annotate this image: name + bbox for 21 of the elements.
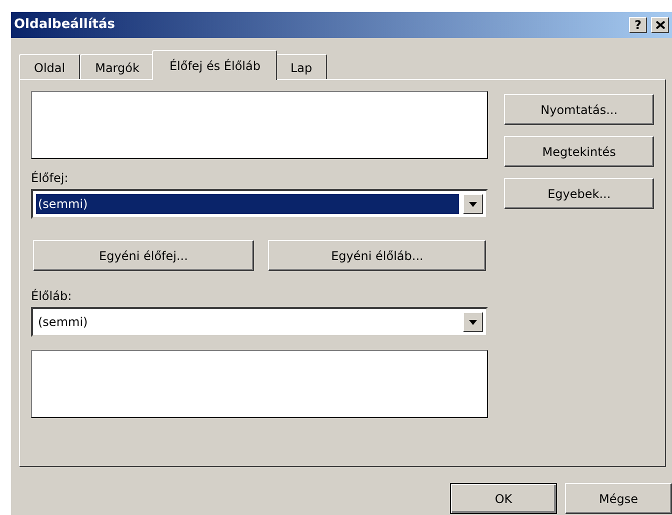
cancel-button[interactable]: Mégse — [565, 483, 672, 514]
tab[interactable]: Élőfej és Élőláb — [152, 50, 278, 80]
custom-footer-button[interactable]: Egyéni élőláb... — [268, 240, 486, 271]
tab[interactable]: Lap — [275, 54, 328, 80]
header-label: Élőfej: — [31, 170, 70, 187]
close-button[interactable] — [651, 17, 669, 33]
close-icon — [656, 21, 664, 29]
ok-button[interactable]: OK — [450, 483, 557, 514]
dropdown-arrow-icon — [469, 202, 478, 206]
footer-label: Élőláb: — [31, 288, 73, 305]
footer-dropdown[interactable]: (semmi) — [31, 307, 488, 337]
tab[interactable]: Oldal — [19, 54, 80, 80]
dialog-button[interactable]: Nyomtatás... — [504, 94, 654, 125]
dropdown-arrow-icon — [469, 320, 478, 324]
dialog-button[interactable]: Megtekintés — [504, 136, 654, 167]
help-button[interactable]: ? — [629, 17, 647, 33]
header-dropdown[interactable]: (semmi) — [31, 189, 488, 219]
tab[interactable]: Margók — [80, 54, 154, 80]
dialog-button[interactable]: Egyebek... — [504, 178, 654, 209]
custom-header-button[interactable]: Egyéni élőfej... — [33, 240, 254, 271]
window-title: Oldalbeállítás — [14, 16, 116, 34]
